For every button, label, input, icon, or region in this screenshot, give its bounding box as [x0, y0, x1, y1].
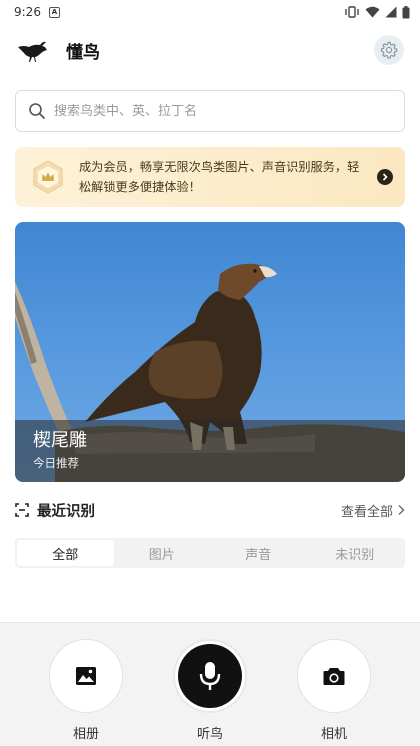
album-button[interactable] — [49, 639, 123, 713]
search-bar[interactable] — [15, 90, 405, 132]
featured-bird-card[interactable]: 楔尾雕 今日推荐 — [15, 222, 405, 482]
banner-arrow-button[interactable] — [377, 169, 393, 185]
listen-label: 听鸟 — [196, 727, 223, 742]
app-header: 懂鸟 — [0, 30, 420, 70]
tab-unidentified[interactable]: 未识别 — [307, 540, 404, 566]
microphone-icon — [199, 662, 221, 690]
listen-action[interactable]: 听鸟 — [173, 639, 247, 742]
battery-icon — [402, 5, 410, 18]
notification-icon: A — [48, 6, 60, 18]
settings-button[interactable] — [374, 35, 404, 65]
tab-all[interactable]: 全部 — [17, 540, 114, 566]
membership-banner[interactable]: 成为会员，畅享无限次鸟类图片、声音识别服务，轻松解锁更多便捷体验！ — [15, 147, 405, 207]
recent-filter-tabs: 全部 图片 声音 未识别 — [15, 538, 405, 568]
bird-name: 楔尾雕 — [33, 430, 87, 451]
album-label: 相册 — [72, 727, 99, 742]
search-icon — [29, 103, 45, 119]
recent-section-header: 最近识别 查看全部 — [15, 500, 405, 520]
bird-subtitle: 今日推荐 — [33, 456, 79, 470]
chevron-right-icon — [382, 173, 388, 181]
listen-button[interactable] — [173, 639, 247, 713]
camera-icon — [323, 667, 345, 685]
camera-label: 相机 — [320, 727, 347, 742]
chevron-right-icon — [398, 505, 405, 515]
status-time: 9:26 — [14, 5, 41, 19]
banner-text: 成为会员，畅享无限次鸟类图片、声音识别服务，轻松解锁更多便捷体验！ — [79, 160, 360, 194]
wifi-icon — [365, 6, 380, 18]
bird-logo-icon — [18, 41, 47, 62]
camera-action[interactable]: 相机 — [297, 639, 371, 742]
gear-icon — [380, 41, 398, 59]
bottom-action-bar: 相册 听鸟 相机 — [0, 622, 420, 746]
tab-sound[interactable]: 声音 — [210, 540, 307, 566]
view-all-label: 查看全部 — [340, 504, 393, 520]
album-action[interactable]: 相册 — [49, 639, 123, 742]
bird-info-overlay: 楔尾雕 今日推荐 — [15, 420, 405, 482]
camera-button[interactable] — [297, 639, 371, 713]
scan-icon — [15, 503, 29, 517]
status-bar: 9:26 A — [0, 0, 420, 24]
app-title: 懂鸟 — [66, 42, 100, 63]
recent-title: 最近识别 — [37, 503, 95, 520]
vibrate-icon — [345, 6, 359, 18]
signal-icon — [385, 6, 397, 18]
tab-image[interactable]: 图片 — [114, 540, 211, 566]
view-all-link[interactable]: 查看全部 — [341, 501, 405, 520]
search-input[interactable] — [54, 103, 392, 119]
image-icon — [76, 667, 96, 685]
crown-badge-icon — [33, 160, 63, 194]
